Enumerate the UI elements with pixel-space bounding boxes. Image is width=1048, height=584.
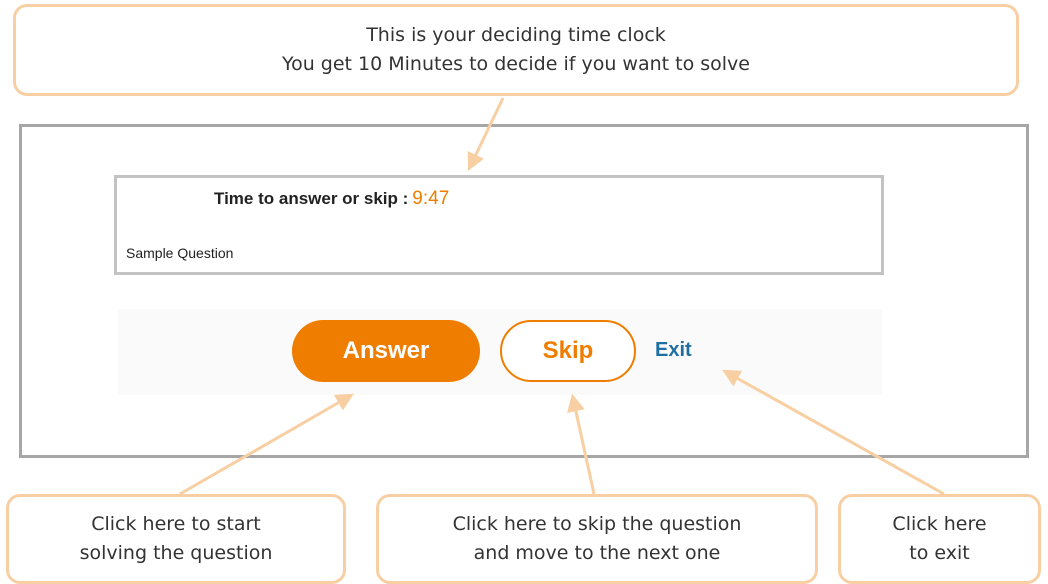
timer-label: Time to answer or skip : [214, 189, 409, 208]
callout-exit-line-1: Click here [892, 513, 987, 535]
callout-timer-line-1: This is your deciding time clock [366, 24, 666, 46]
callout-skip-line-1: Click here to skip the question [452, 513, 742, 535]
callout-exit-line-2: to exit [909, 542, 970, 564]
callout-skip-line-2: and move to the next one [473, 542, 721, 564]
timer-row: Time to answer or skip : 9:47 [214, 188, 449, 210]
answer-button[interactable]: Answer [292, 320, 480, 382]
callout-answer-line-2: solving the question [79, 542, 273, 564]
callout-timer-line-2: You get 10 Minutes to decide if you want… [282, 53, 750, 75]
callout-answer-line-1: Click here to start [91, 513, 261, 535]
action-bar: Answer Skip Exit [118, 309, 882, 395]
timer-value: 9:47 [412, 188, 450, 209]
callout-skip-explanation: Click here to skip the question and move… [376, 494, 818, 584]
exit-link[interactable]: Exit [655, 339, 692, 362]
question-text: Sample Question [126, 245, 234, 261]
callout-answer-explanation: Click here to start solving the question [6, 494, 346, 584]
question-panel: Time to answer or skip : 9:47 Sample Que… [114, 175, 884, 275]
callout-timer-explanation: This is your deciding time clock You get… [13, 4, 1019, 96]
callout-exit-explanation: Click here to exit [838, 494, 1041, 584]
skip-button[interactable]: Skip [500, 320, 636, 382]
